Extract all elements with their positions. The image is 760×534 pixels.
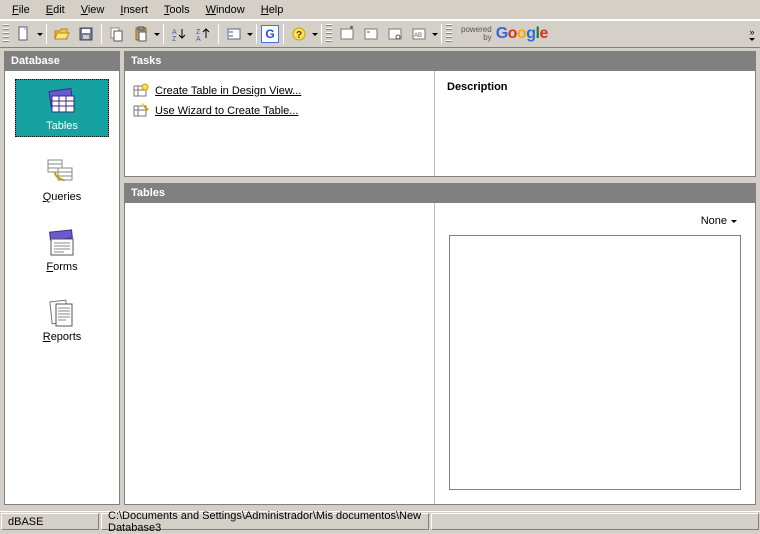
form-design-button[interactable]: [360, 23, 382, 45]
content-area: Tasks Create Table in Design View... Use…: [124, 51, 756, 505]
menu-insert[interactable]: Insert: [112, 2, 156, 18]
sidebar-item-label: Forms: [46, 261, 77, 273]
tables-panel: Tables None: [124, 183, 756, 505]
toolbar-main: AZ ZA G ? AB powered by Google: [0, 20, 760, 48]
task-wizard-create[interactable]: Use Wizard to Create Table...: [133, 101, 426, 121]
menu-help[interactable]: Help: [253, 2, 292, 18]
save-button[interactable]: [75, 23, 97, 45]
tasks-list: Create Table in Design View... Use Wizar…: [125, 71, 435, 176]
menu-tools[interactable]: Tools: [156, 2, 198, 18]
form-ab-dropdown[interactable]: [431, 33, 438, 36]
menu-view-label: iew: [88, 4, 105, 16]
description-label: Description: [447, 81, 743, 93]
new-document-dropdown[interactable]: [36, 33, 43, 36]
reports-icon: [44, 297, 80, 329]
table-wizard-icon: [133, 103, 149, 119]
svg-text:A: A: [172, 29, 177, 36]
menu-file-label: ile: [19, 4, 30, 16]
sidebar-item-label: Reports: [43, 331, 82, 343]
description-pane: Description: [435, 71, 755, 176]
help-button[interactable]: ?: [288, 23, 310, 45]
main-area: Database Tables: [0, 48, 760, 508]
sidebar-item-tables[interactable]: Tables: [15, 79, 109, 137]
sidebar-item-label: Tables: [46, 120, 78, 132]
open-button[interactable]: [51, 23, 73, 45]
form-button[interactable]: [223, 23, 245, 45]
form-new-button[interactable]: [336, 23, 358, 45]
sidebar-item-reports[interactable]: Reports: [15, 291, 109, 347]
menu-edit-label: dit: [53, 4, 65, 16]
status-db-type: dBASE: [1, 513, 99, 530]
form-open-button[interactable]: [384, 23, 406, 45]
svg-text:Z: Z: [196, 29, 201, 36]
menu-edit[interactable]: Edit: [38, 2, 73, 18]
database-sidebar: Database Tables: [4, 51, 120, 505]
chevron-down-icon: [731, 220, 737, 223]
sort-asc-button[interactable]: AZ: [168, 23, 190, 45]
svg-text:AB: AB: [414, 33, 422, 39]
sidebar-item-queries[interactable]: Queries: [15, 151, 109, 207]
menu-insert-label: nsert: [123, 4, 147, 16]
svg-text:?: ?: [296, 30, 302, 41]
tasks-panel: Tasks Create Table in Design View... Use…: [124, 51, 756, 177]
status-file-path: C:\Documents and Settings\Administrador\…: [101, 513, 429, 530]
copy-button[interactable]: [106, 23, 128, 45]
sidebar-item-forms[interactable]: Forms: [15, 221, 109, 277]
task-label: Create Table in Design View...: [155, 85, 301, 97]
tables-list[interactable]: [125, 203, 435, 504]
g-button[interactable]: G: [261, 25, 279, 43]
sidebar-header: Database: [5, 52, 119, 71]
task-create-design-view[interactable]: Create Table in Design View...: [133, 81, 426, 101]
task-label: Use Wizard to Create Table...: [155, 105, 298, 117]
menu-file[interactable]: File: [4, 2, 38, 18]
svg-text:Z: Z: [172, 36, 177, 42]
help-dropdown[interactable]: [311, 33, 318, 36]
preview-mode-label: None: [701, 215, 727, 227]
toolbar-grip-3[interactable]: [446, 24, 452, 44]
sidebar-item-label: Queries: [43, 191, 82, 203]
menu-bar: File Edit View Insert Tools Window Help: [0, 0, 760, 20]
toolbar-grip-2[interactable]: [326, 24, 332, 44]
status-bar: dBASE C:\Documents and Settings\Administ…: [0, 511, 760, 531]
menu-view[interactable]: View: [73, 2, 113, 18]
status-empty: [431, 513, 759, 530]
sort-desc-button[interactable]: ZA: [192, 23, 214, 45]
toolbar-overflow-button[interactable]: »: [746, 21, 758, 49]
svg-text:A: A: [196, 36, 201, 42]
form-dropdown[interactable]: [246, 33, 253, 36]
form-ab-button[interactable]: AB: [408, 23, 430, 45]
menu-tools-label: ools: [169, 4, 189, 16]
menu-window-label: indow: [216, 4, 245, 16]
queries-icon: [44, 157, 80, 189]
google-logo: Google: [496, 25, 548, 43]
preview-mode-dropdown[interactable]: None: [697, 213, 741, 229]
paste-dropdown[interactable]: [153, 33, 160, 36]
tables-preview-pane: None: [435, 203, 755, 504]
table-design-icon: [133, 83, 149, 99]
google-search-box[interactable]: powered by Google: [461, 25, 548, 43]
tables-icon: [44, 86, 80, 118]
google-powered-label: powered by: [461, 26, 492, 42]
paste-button[interactable]: [130, 23, 152, 45]
tables-header: Tables: [125, 184, 755, 203]
toolbar-grip[interactable]: [3, 24, 9, 44]
menu-help-label: elp: [269, 4, 284, 16]
forms-icon: [44, 227, 80, 259]
preview-box: [449, 235, 741, 490]
menu-window[interactable]: Window: [198, 2, 253, 18]
tasks-header: Tasks: [125, 52, 755, 71]
new-document-button[interactable]: [13, 23, 35, 45]
